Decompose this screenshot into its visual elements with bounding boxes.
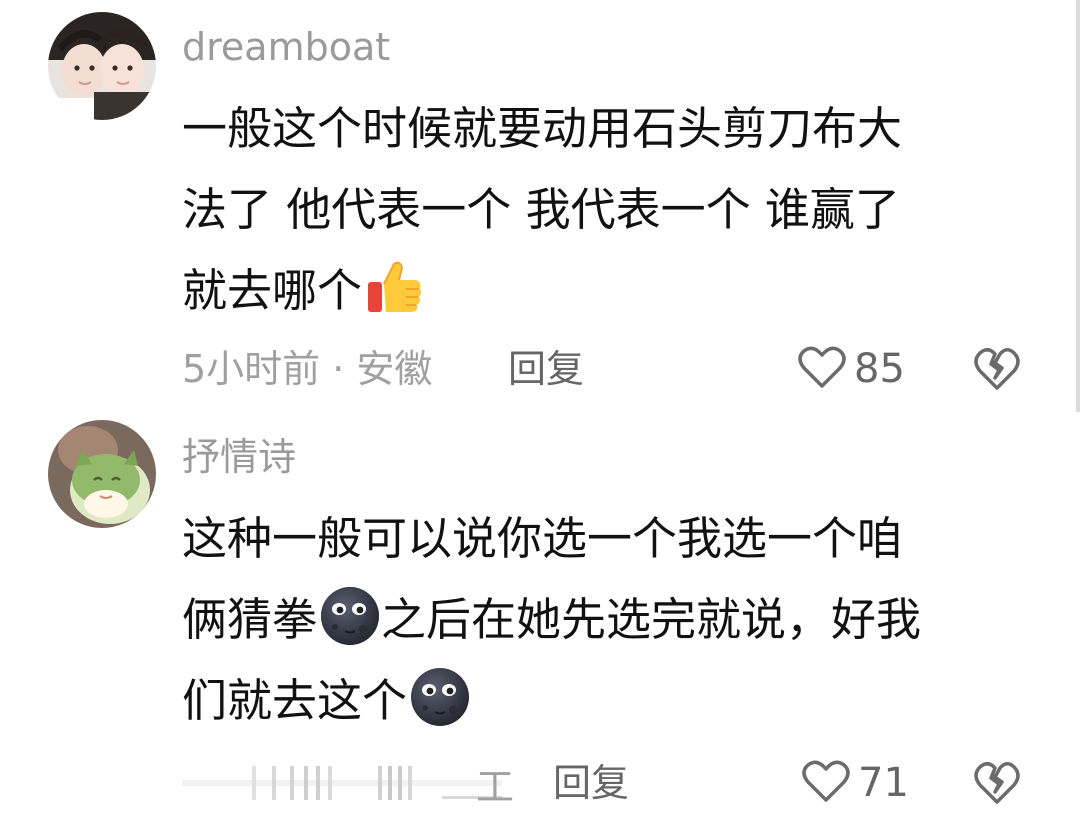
- comment-meta-obscured: 工: [182, 758, 515, 809]
- like-button[interactable]: 85: [798, 344, 905, 394]
- comment-line-text: 们就去这个: [182, 674, 408, 727]
- heart-icon: [798, 345, 846, 393]
- comment-line-text: 就去哪个: [182, 264, 363, 317]
- avatar[interactable]: [48, 420, 156, 528]
- broken-heart-icon[interactable]: [974, 760, 1020, 806]
- thumbs-up-icon: [364, 256, 426, 318]
- like-button[interactable]: 71: [802, 758, 909, 808]
- heart-icon: [802, 759, 850, 807]
- meta-fragment: 工: [476, 764, 515, 809]
- comment-line-text: 之后在她先选完就说，好我: [381, 593, 922, 646]
- comment-item: dreamboat 一般这个时候就要动用石头剪刀布大 法了 他代表一个 我代表一…: [0, 0, 1080, 412]
- comment-line: 一般这个时候就要动用石头剪刀布大: [182, 102, 903, 155]
- like-count: 85: [854, 346, 905, 392]
- comment-line: 们就去这个: [182, 660, 1042, 741]
- moon-face-icon: [409, 666, 471, 728]
- like-count: 71: [858, 760, 909, 806]
- comment-list: dreamboat 一般这个时候就要动用石头剪刀布大 法了 他代表一个 我代表一…: [0, 0, 1080, 825]
- broken-heart-icon[interactable]: [974, 346, 1020, 392]
- comment-line: 法了 他代表一个 我代表一个 谁赢了: [182, 183, 900, 236]
- avatar[interactable]: [48, 12, 156, 120]
- comment-line-text: 俩猜拳: [182, 593, 318, 646]
- moon-face-icon: [319, 585, 381, 647]
- comment-text: 一般这个时候就要动用石头剪刀布大 法了 他代表一个 我代表一个 谁赢了 就去哪个: [182, 88, 1042, 331]
- username[interactable]: 抒情诗: [182, 434, 296, 480]
- reply-button[interactable]: 回复: [553, 758, 629, 808]
- comment-line: 俩猜拳 之后在她先选完就说，好我: [182, 579, 1042, 660]
- comment-meta: 5小时前 · 安徽: [182, 347, 433, 391]
- comment-text: 这种一般可以说你选一个我选一个咱 俩猜拳 之后在她先选完就说，好我 们就去这个: [182, 498, 1042, 741]
- username[interactable]: dreamboat: [182, 24, 390, 70]
- comment-line: 这种一般可以说你选一个我选一个咱: [182, 512, 903, 565]
- comment-item: 抒情诗 这种一般可以说你选一个我选一个咱 俩猜拳 之后在她先选完就说，好我 们就…: [0, 412, 1080, 825]
- reply-button[interactable]: 回复: [508, 344, 584, 394]
- comment-line: 就去哪个: [182, 250, 1042, 331]
